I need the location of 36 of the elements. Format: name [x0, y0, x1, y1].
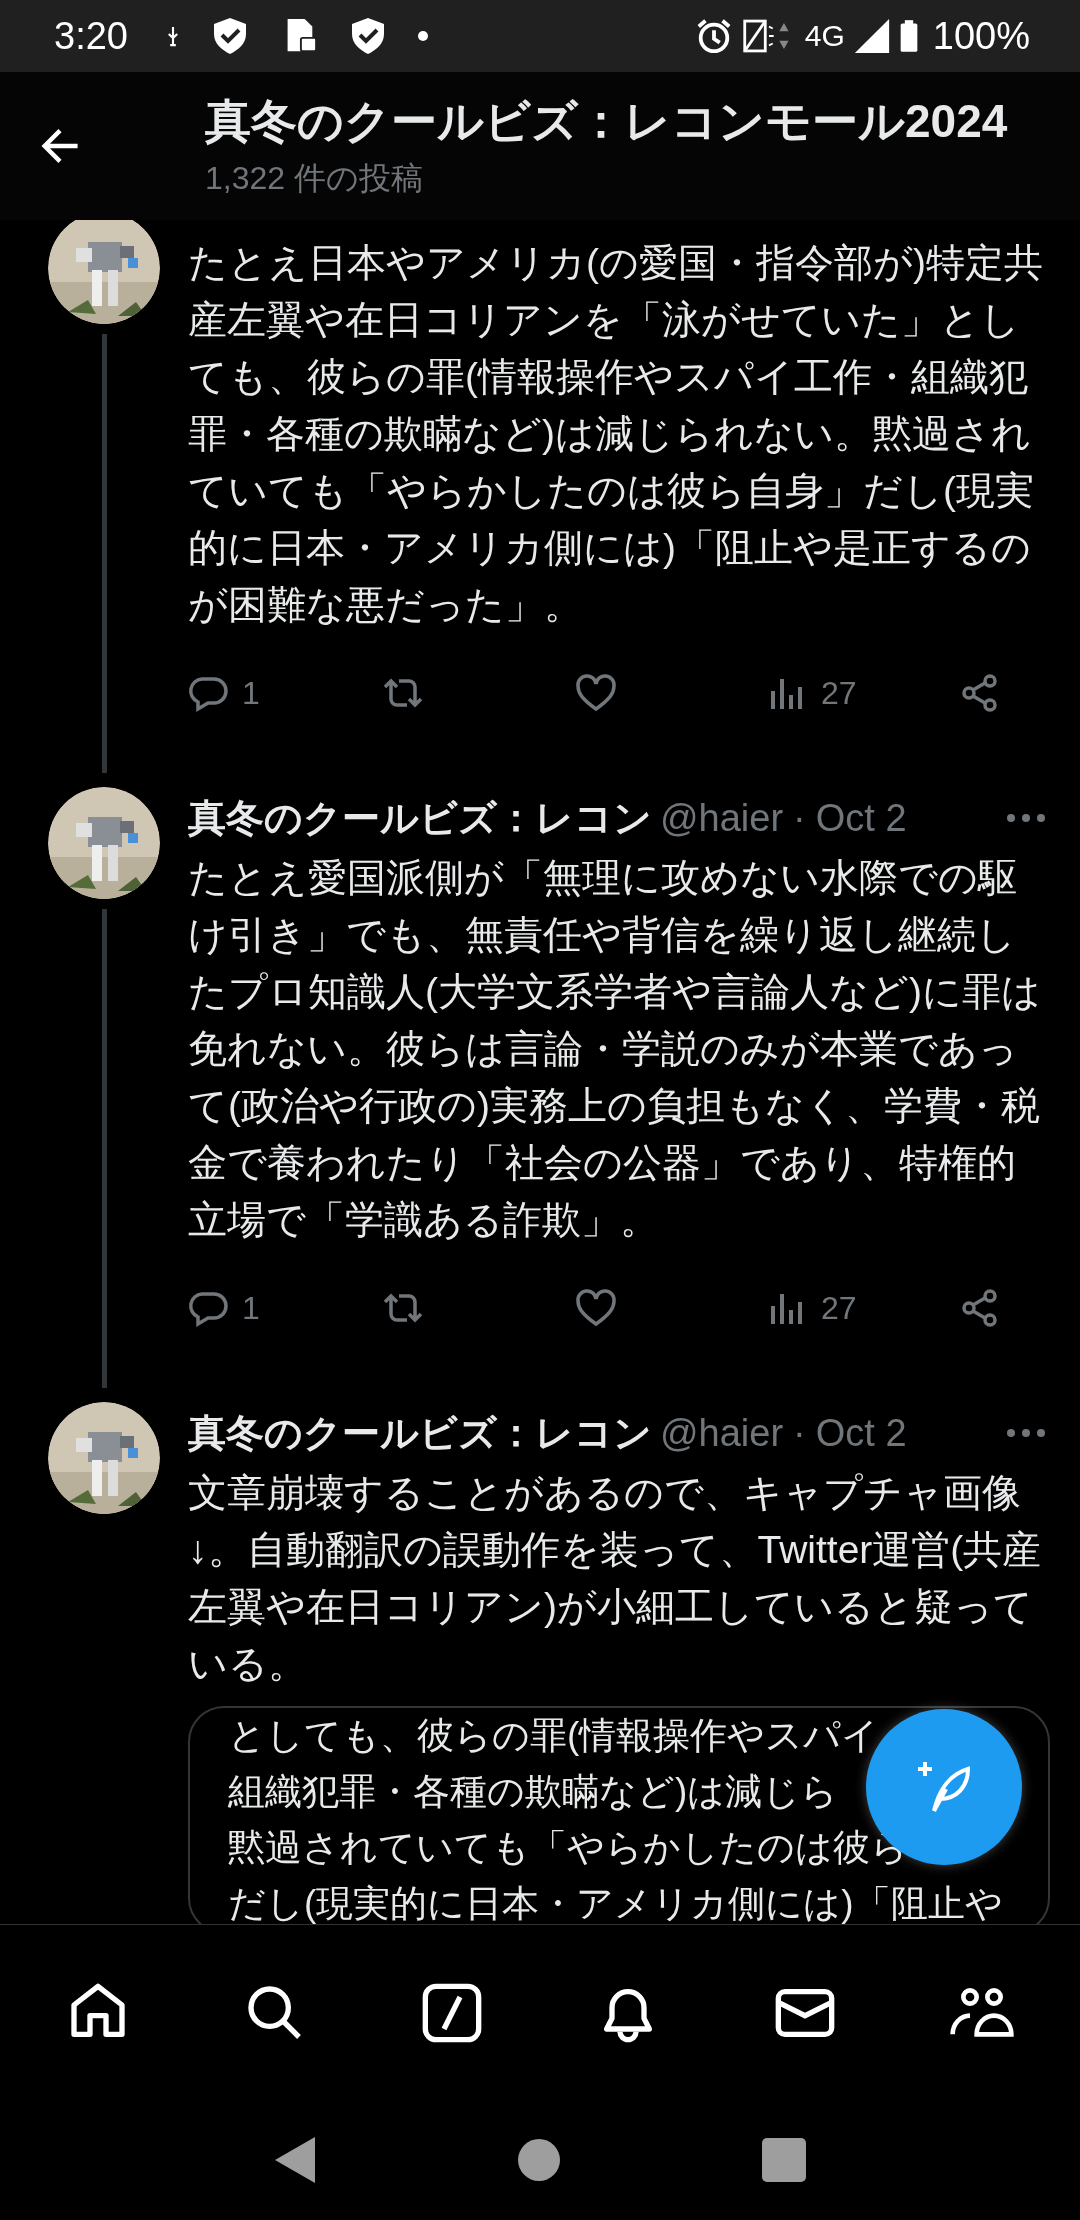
post-text: 文章崩壊することがあるので、キャプチャ画像↓。自動翻訳の誤動作を装って、Twitter運営(共産左翼や在日コリアン)が小細工していると疑っている。 [188, 1470, 1043, 1687]
post-text: たとえ愛国派側が「無理に攻めない水際での駆け引き」でも、無責任や背信を繰り返し継続したプロ知識人(大学文系学者や言論人など)に罪は免れない。彼らは言論・学説のみが本業であって(政治や行政の)実務上の負担もなく、学費・税金で養われたり「社会の公器」であり、特権的立場で「学識ある詐欺」。 [188, 855, 1042, 1243]
image-text-line: 組織犯罪・各種の欺瞞など)は減じら [228, 1770, 839, 1814]
more-icon [1006, 1428, 1046, 1438]
profile-title: 真冬のクールビズ：レコンモール2024 [205, 94, 1008, 149]
signal-icon [852, 17, 891, 55]
usb-icon [165, 25, 180, 47]
recents-square-icon[interactable] [761, 2137, 807, 2183]
share-icon [960, 1288, 1000, 1328]
heart-icon [574, 673, 618, 713]
network-label: 4G [804, 19, 845, 53]
author-name: 真冬のクールビズ：レコン [188, 795, 652, 841]
image-text-line: だし(現実的に日本・アメリカ側には)「阻止や [228, 1882, 1003, 1924]
author-handle: @haier [660, 1411, 784, 1455]
author-handle: @haier [660, 796, 784, 840]
share-icon [960, 673, 1000, 713]
post-count: 1,322 件の投稿 [205, 159, 424, 198]
views-button[interactable]: 27 [767, 1288, 857, 1328]
reply-button[interactable]: 1 [188, 673, 278, 713]
clock-time: 3:20 [54, 14, 128, 58]
more-icon [1006, 813, 1046, 823]
post-date: Oct 2 [815, 796, 907, 840]
separator-dot: · [793, 1411, 806, 1455]
home-circle-icon[interactable] [517, 2138, 561, 2182]
dot-icon [417, 31, 428, 41]
post-text: たとえ日本やアメリカ(の愛国・指令部が)特定共産左翼や在日コリアンを「泳がせていた」としても、彼らの罪(情報操作やスパイ工作・組織犯罪・各種の欺瞞など)は減じられない。黙過されていても「やらかしたのは彼ら自身」だし(現実的に日本・アメリカ側には)「阻止や是正するのが困難な悪だった」。 [188, 240, 1044, 628]
reply-button[interactable]: 1 [188, 1288, 278, 1328]
heart-icon [574, 1288, 618, 1328]
battery-icon [898, 17, 919, 55]
views-button[interactable]: 27 [767, 673, 857, 713]
battery-percent: 100% [932, 14, 1030, 58]
post-date: Oct 2 [815, 1411, 907, 1455]
author-name: 真冬のクールビズ：レコン [188, 1410, 652, 1456]
separator-dot: · [793, 796, 806, 840]
back-triangle-icon[interactable] [273, 2135, 317, 2185]
image-text-line: としても、彼らの罪(情報操作やスパイ [228, 1714, 880, 1758]
